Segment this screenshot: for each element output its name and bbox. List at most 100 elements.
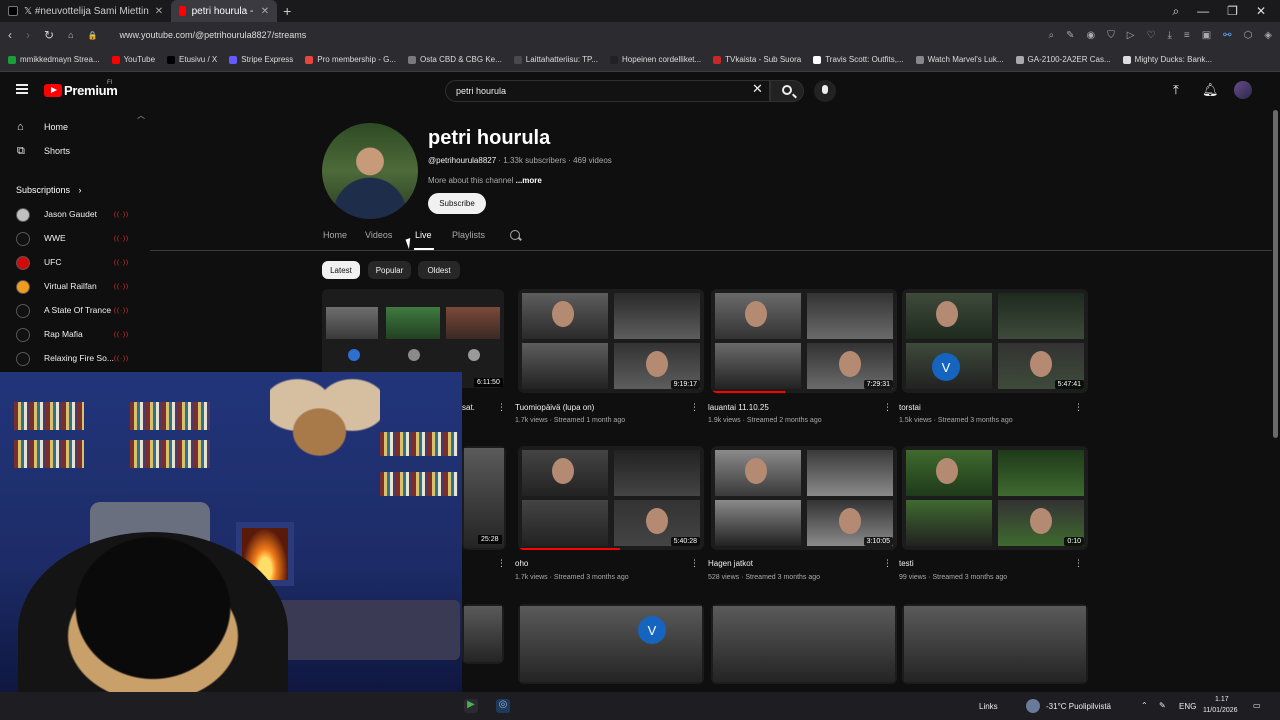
media-player-icon[interactable]: ▶ <box>464 699 478 713</box>
video-thumbnail[interactable]: 5:47:41 V <box>902 289 1088 393</box>
bookmark-item[interactable]: Etusivu / X <box>167 55 217 64</box>
more-options-icon[interactable]: ⋮ <box>497 402 506 413</box>
tab-live[interactable]: Live <box>415 230 432 240</box>
subscription-item[interactable]: Rap Mafia ((·)) <box>0 323 150 347</box>
video-title[interactable]: testi <box>899 559 914 568</box>
ai-icon[interactable]: ◈ <box>1264 30 1272 41</box>
menu-icon[interactable]: ≡ <box>1184 30 1190 41</box>
url-field[interactable]: www.youtube.com/@petrihourula8827/stream… <box>119 30 306 40</box>
video-thumbnail[interactable]: 9:19:17 <box>518 289 704 393</box>
bookmark-item[interactable]: Travis Scott: Outfits,... <box>813 55 904 64</box>
close-window-button[interactable]: ✕ <box>1256 4 1266 19</box>
more-link[interactable]: ...more <box>516 176 542 185</box>
weather-icon[interactable] <box>1026 699 1040 713</box>
forward-icon[interactable]: › <box>26 28 30 42</box>
video-thumbnail[interactable]: 5:40:28 <box>518 446 704 550</box>
voice-search-icon[interactable] <box>814 80 836 102</box>
camera-icon[interactable]: ◉ <box>1087 30 1096 41</box>
browser-tab-x[interactable]: 𝕏 #neuvottelija Sami Miettin ✕ <box>0 0 171 22</box>
edit-icon[interactable]: ✎ <box>1066 30 1074 41</box>
tab-videos[interactable]: Videos <box>365 230 392 240</box>
chip-popular[interactable]: Popular <box>368 261 411 279</box>
page-scrollbar[interactable] <box>1273 110 1278 438</box>
video-thumbnail[interactable]: 0:10 <box>902 446 1088 550</box>
play-icon[interactable]: ▷ <box>1127 30 1135 41</box>
video-thumbnail[interactable] <box>711 604 897 684</box>
bookmark-item[interactable]: Mighty Ducks: Bank... <box>1122 55 1212 64</box>
bookmark-item[interactable]: GA-2100-2A2ER Cas... <box>1015 55 1111 64</box>
upload-icon[interactable]: ⤒ <box>1173 82 1179 98</box>
search-button[interactable] <box>770 80 804 102</box>
notifications-icon[interactable]: ▭ <box>1253 701 1261 710</box>
clear-search-icon[interactable]: ✕ <box>752 81 763 97</box>
minimize-button[interactable]: — <box>1197 4 1209 19</box>
video-thumbnail[interactable]: V <box>518 604 704 684</box>
clock-date[interactable]: 11/01/2026 <box>1203 707 1238 714</box>
chip-oldest[interactable]: Oldest <box>418 261 460 279</box>
sidebar-item-shorts[interactable]: ⧉ Shorts <box>0 139 150 163</box>
bookmark-item[interactable]: Stripe Express <box>229 55 293 64</box>
video-thumbnail[interactable]: 3:10:05 <box>711 446 897 550</box>
video-title[interactable]: oho <box>515 559 528 568</box>
hamburger-menu-icon[interactable] <box>16 84 28 94</box>
youtube-logo-icon[interactable] <box>44 84 62 97</box>
bookmark-item[interactable]: TVkaista - Sub Suora <box>713 55 801 64</box>
bookmark-item[interactable]: Pro membership - G... <box>305 55 396 64</box>
video-thumbnail-partial[interactable] <box>462 604 504 664</box>
download-icon[interactable]: ⤓ <box>1167 30 1171 41</box>
chevron-up-icon[interactable]: ⌃ <box>1141 701 1148 710</box>
steam-icon[interactable]: ◎ <box>496 699 510 713</box>
video-title[interactable]: torstai <box>899 403 921 412</box>
more-options-icon[interactable]: ⋮ <box>497 558 506 569</box>
more-options-icon[interactable]: ⋮ <box>690 402 699 413</box>
video-title[interactable]: sat. <box>462 403 475 412</box>
channel-more-link[interactable]: More about this channel ...more <box>428 176 542 185</box>
bookmark-item[interactable]: mmikkedmayn Strea... <box>8 55 100 64</box>
more-options-icon[interactable]: ⋮ <box>690 558 699 569</box>
pen-icon[interactable]: ✎ <box>1159 701 1166 710</box>
subscription-item[interactable]: Jason Gaudet ((·)) <box>0 203 150 227</box>
notifications-bell-icon[interactable]: 🔔︎ <box>1202 82 1219 98</box>
back-icon[interactable]: ‹ <box>8 28 12 42</box>
new-tab-button[interactable]: + <box>277 3 297 19</box>
extension-icon[interactable]: ⚯ <box>1223 30 1231 41</box>
video-title[interactable]: Hagen jatkot <box>708 559 753 568</box>
video-title[interactable]: lauantai 11.10.25 <box>708 403 769 412</box>
subscription-item[interactable]: A State Of Trance ((·)) <box>0 299 150 323</box>
more-options-icon[interactable]: ⋮ <box>883 558 892 569</box>
weather-text[interactable]: -31°C Puolipilvistä <box>1046 702 1111 711</box>
tab-home[interactable]: Home <box>323 230 347 240</box>
more-options-icon[interactable]: ⋮ <box>883 402 892 413</box>
close-tab-icon[interactable]: ✕ <box>261 6 269 17</box>
subscription-item[interactable]: UFC ((·)) <box>0 251 150 275</box>
sidebar-item-home[interactable]: ⌂ Home <box>0 115 150 139</box>
subscribe-button[interactable]: Subscribe <box>428 193 486 214</box>
reload-icon[interactable]: ↻ <box>44 28 54 42</box>
video-thumbnail[interactable] <box>902 604 1088 684</box>
account-avatar[interactable] <box>1234 81 1252 99</box>
bookmark-item[interactable]: YouTube <box>111 55 155 64</box>
channel-avatar[interactable] <box>322 123 418 219</box>
taskbar-links[interactable]: Links <box>979 702 998 711</box>
shield-icon[interactable]: ⛉ <box>1107 30 1115 41</box>
subscription-item[interactable]: Virtual Railfan ((·)) <box>0 275 150 299</box>
restore-button[interactable]: ❐ <box>1227 4 1238 19</box>
zoom-icon[interactable]: ⌕ <box>1049 30 1055 41</box>
close-tab-icon[interactable]: ✕ <box>155 6 163 17</box>
chip-latest[interactable]: Latest <box>322 261 360 279</box>
heart-icon[interactable]: ♡ <box>1146 30 1155 41</box>
bookmark-item[interactable]: Watch Marvel's Luk... <box>915 55 1004 64</box>
language-indicator[interactable]: ENG <box>1179 702 1196 711</box>
bookmark-item[interactable]: Laittahatteriisu: TP... <box>513 55 598 64</box>
search-input[interactable]: petri hourula <box>445 80 770 102</box>
bookmark-item[interactable]: Osta CBD & CBG Ke... <box>407 55 502 64</box>
more-options-icon[interactable]: ⋮ <box>1074 558 1083 569</box>
more-options-icon[interactable]: ⋮ <box>1074 402 1083 413</box>
cube-icon[interactable]: ⬡ <box>1244 30 1253 41</box>
subscriptions-header[interactable]: Subscriptions › <box>16 185 82 195</box>
bookmark-item[interactable]: Hopeinen cordelliket... <box>610 55 701 64</box>
channel-search-icon[interactable] <box>510 230 520 240</box>
subscription-item[interactable]: WWE ((·)) <box>0 227 150 251</box>
wallet-icon[interactable]: ▣ <box>1202 30 1211 41</box>
video-title[interactable]: Tuomiopäivä (lupa on) <box>515 403 594 412</box>
